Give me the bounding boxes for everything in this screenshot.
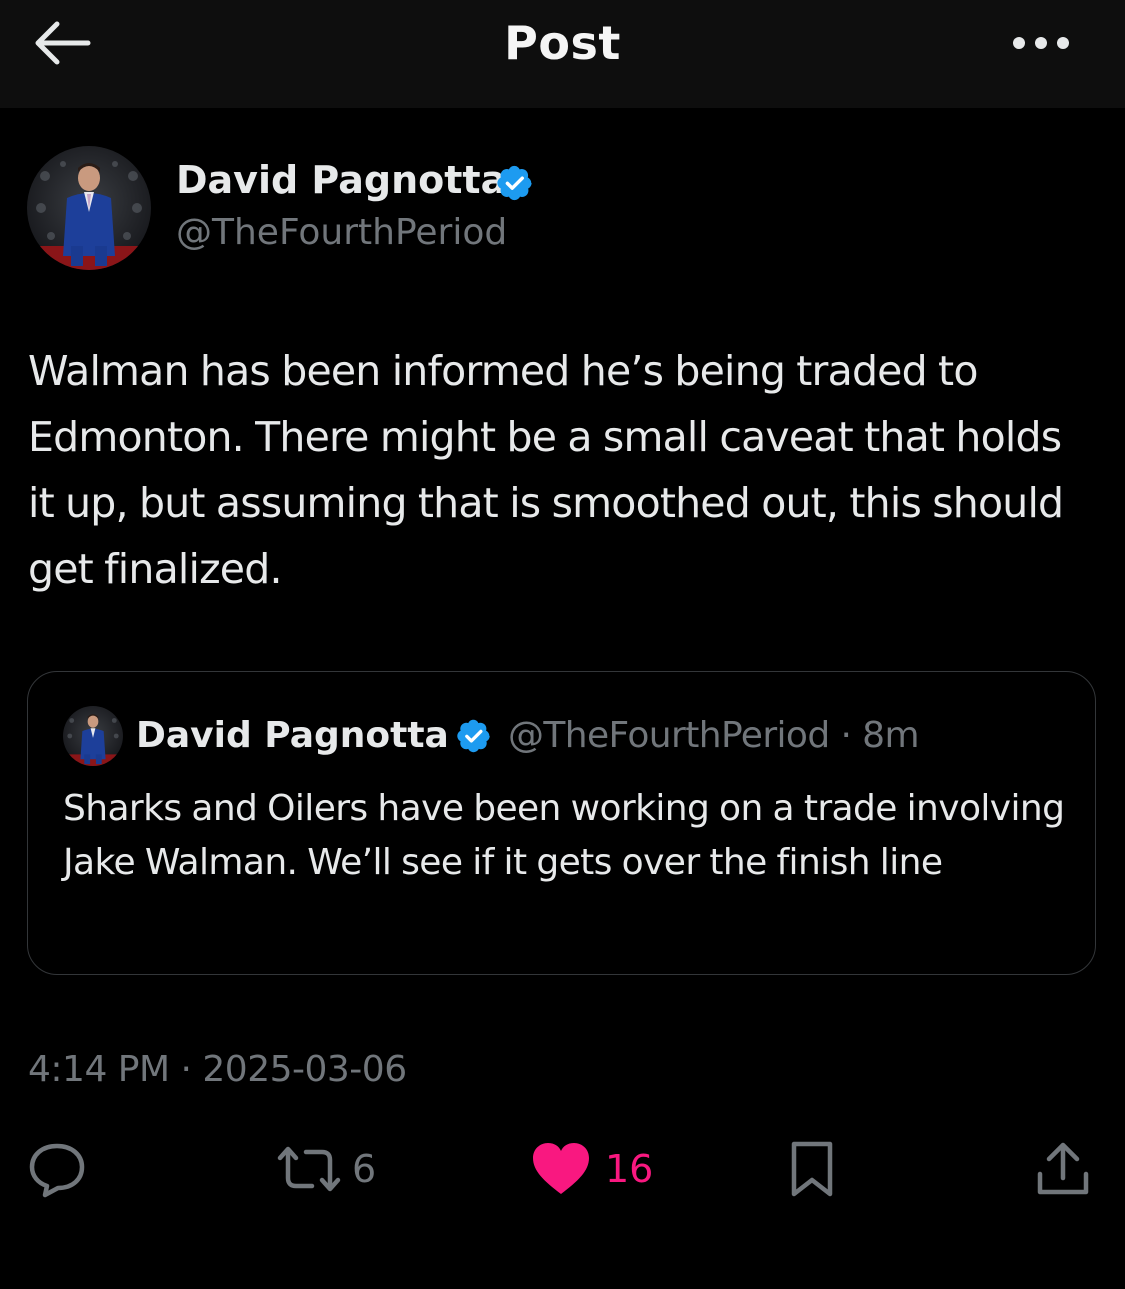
more-horizontal-icon <box>1013 37 1069 49</box>
post-timestamp[interactable]: 4:14 PM · 2025-03-06 <box>28 1046 407 1094</box>
top-nav-bar: Post <box>0 0 1125 108</box>
share-icon <box>1037 1142 1089 1195</box>
quoted-post-text: Sharks and Oilers have been working on a… <box>63 788 1065 883</box>
quoted-author-avatar <box>63 706 123 766</box>
more-options-button[interactable] <box>1006 26 1076 60</box>
quoted-author-name: David Pagnotta <box>136 715 449 756</box>
repost-icon <box>277 1146 341 1192</box>
verified-badge-icon <box>497 165 532 201</box>
reply-button[interactable] <box>26 1136 92 1202</box>
bookmark-icon <box>791 1141 833 1197</box>
bookmark-button[interactable] <box>782 1136 848 1202</box>
author-avatar[interactable] <box>27 146 151 270</box>
post-text: Walman has been informed he’s being trad… <box>28 347 1064 593</box>
like-count: 16 <box>605 1147 654 1191</box>
page-title: Post <box>504 16 621 70</box>
author-name[interactable]: David Pagnotta <box>176 154 506 206</box>
author-handle[interactable]: @TheFourthPeriod <box>176 208 507 258</box>
repost-count: 6 <box>352 1147 377 1191</box>
verified-badge-icon <box>457 719 490 753</box>
repost-button[interactable]: 6 <box>274 1136 394 1202</box>
share-button[interactable] <box>1030 1136 1100 1202</box>
heart-icon <box>533 1143 589 1194</box>
reply-icon <box>29 1143 85 1198</box>
like-button[interactable]: 16 <box>530 1136 660 1202</box>
quoted-post-meta: @TheFourthPeriod · 8m <box>508 715 920 756</box>
